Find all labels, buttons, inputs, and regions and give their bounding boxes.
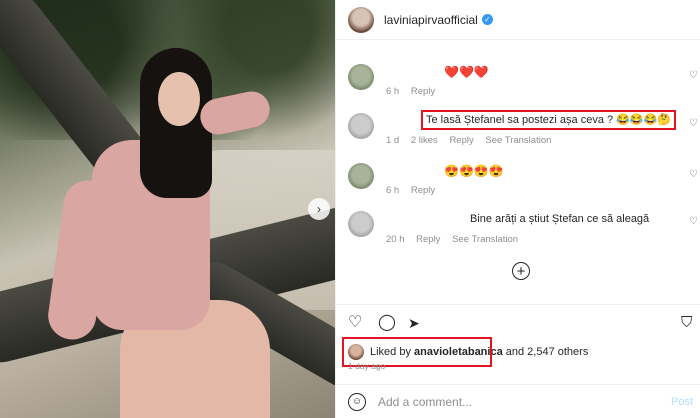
likes-summary: Liked by anavioletabanica and 2,547 othe… [348,344,588,360]
heart-icon[interactable]: ♡ [689,71,699,81]
reply-button[interactable]: Reply [411,86,435,97]
add-circle-icon[interactable]: + [512,262,530,280]
photo-figure-face [158,72,200,126]
heart-icon[interactable]: ♡ [689,170,699,180]
likes-others-link[interactable]: and 2,547 others [506,346,589,358]
instagram-post-view: › laviniapirvaofficial ✓ ❤️❤️❤️ 6 h Repl… [0,0,700,418]
bookmark-icon[interactable]: ⛉ [681,315,692,331]
see-translation-link[interactable]: See Translation [452,234,518,245]
comment-item: ❤️❤️❤️ 6 h Reply ♡ [348,64,700,104]
comments-panel: laviniapirvaofficial ✓ ❤️❤️❤️ 6 h Reply … [335,0,700,418]
comment-text: 😍😍😍😍 [444,164,504,178]
reply-button[interactable]: Reply [449,135,473,146]
comment-time: 6 h [386,86,400,97]
comment-text: Te lasă Ștefanel sa postezi așa ceva ? 😂… [421,110,676,130]
post-actions: ♡ ◯ ➤ ⛉ [336,304,700,338]
reply-button[interactable]: Reply [411,185,435,196]
comment-input[interactable] [378,394,648,409]
heart-icon[interactable]: ♡ [689,217,699,227]
comment-icon[interactable]: ◯ [378,315,396,331]
comment-time: 1 d [386,135,400,146]
likes-prefix: Liked by [370,346,411,358]
comment-item: Te lasă Ștefanel sa postezi așa ceva ? 😂… [348,110,700,153]
post-photo[interactable]: › [0,0,335,418]
avatar[interactable] [348,163,374,189]
avatar [348,344,364,360]
comment-item: 😍😍😍😍 6 h Reply ♡ [348,163,700,203]
comment-text: ❤️❤️❤️ [444,65,489,79]
see-translation-link[interactable]: See Translation [485,135,551,146]
verified-icon: ✓ [481,14,493,25]
heart-icon[interactable]: ♡ [689,119,699,129]
emoji-icon[interactable]: ☺ [348,392,366,411]
avatar[interactable] [348,64,374,90]
add-comment-bar: ☺ Post [336,384,700,418]
post-button[interactable]: Post [671,396,693,408]
post-username[interactable]: laviniapirvaofficial [384,13,478,27]
comment-text: Bine arăți a știut Ștefan ce să aleagă [470,213,650,225]
avatar[interactable] [348,113,374,139]
avatar[interactable] [348,211,374,237]
comment-time: 6 h [386,185,400,196]
reply-button[interactable]: Reply [416,234,440,245]
heart-icon[interactable]: ♡ [348,315,362,331]
comment-likes[interactable]: 2 likes [411,135,438,146]
post-header: laviniapirvaofficial ✓ [336,0,700,40]
share-icon[interactable]: ➤ [408,315,420,331]
avatar[interactable] [348,6,374,33]
likes-user-link[interactable]: anavioletabanica [414,346,503,358]
chevron-right-icon[interactable]: › [308,198,330,220]
post-date: 1 day ago [348,361,386,371]
comment-item: Bine arăți a știut Ștefan ce să aleagă 2… [348,211,700,251]
highlighted-comment-text: Te lasă Ștefanel sa postezi așa ceva ? 😂… [421,110,676,130]
comment-time: 20 h [386,234,405,245]
